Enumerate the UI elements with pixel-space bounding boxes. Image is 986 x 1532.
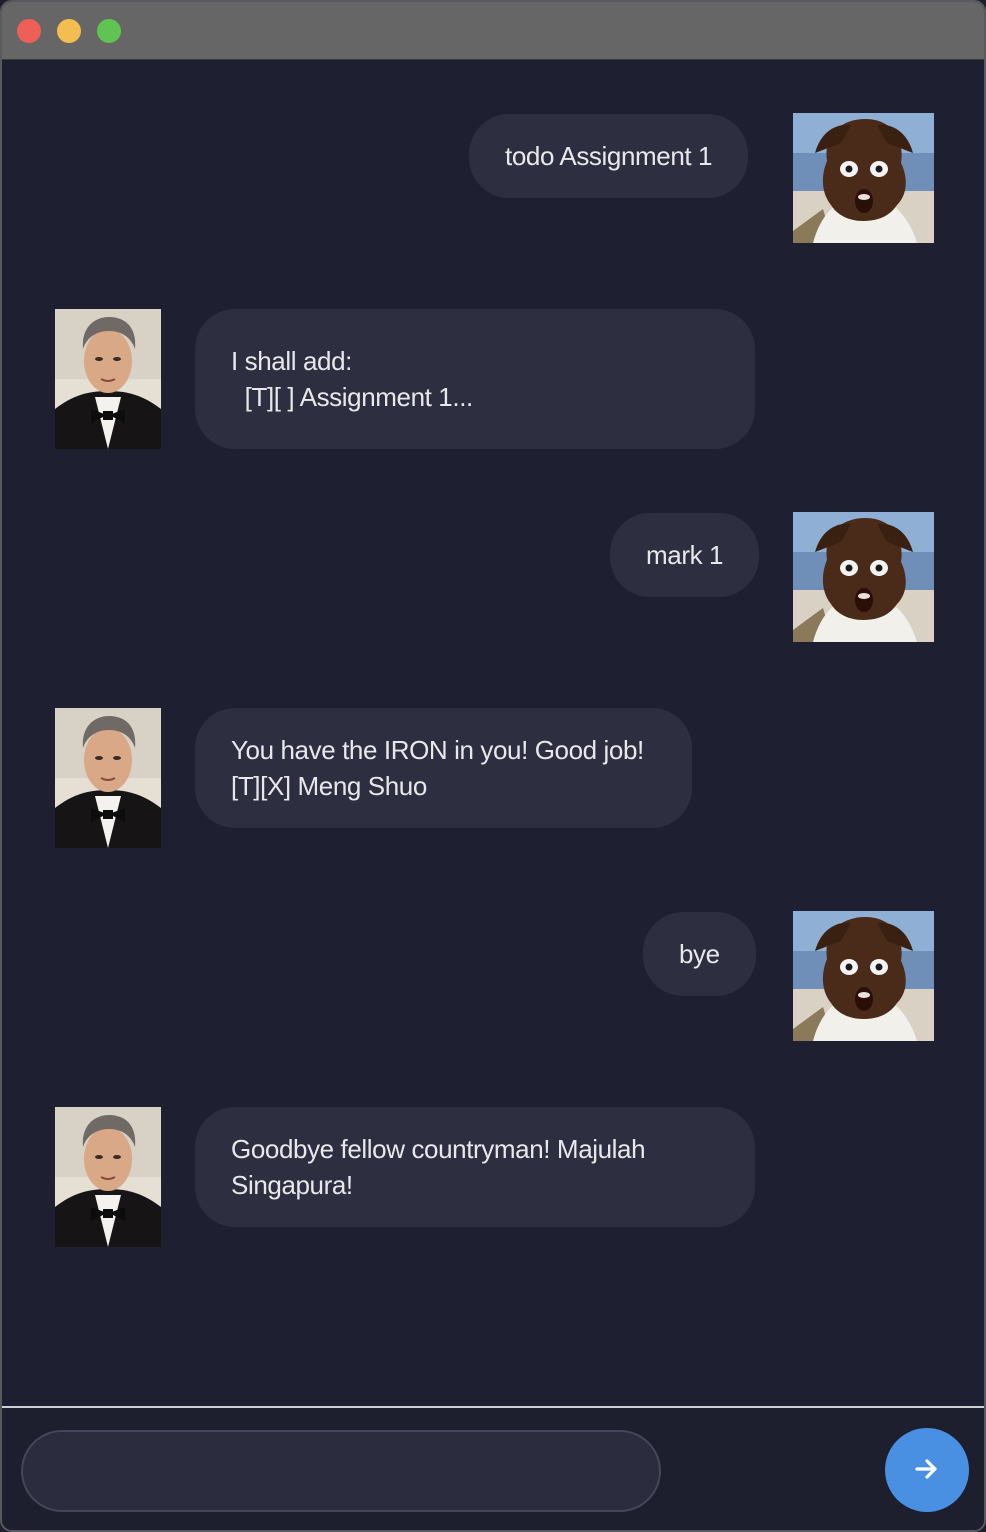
close-window-button[interactable] bbox=[17, 19, 41, 43]
user-message-text: mark 1 bbox=[646, 540, 724, 570]
maximize-window-button[interactable] bbox=[97, 19, 121, 43]
minimize-window-button[interactable] bbox=[57, 19, 81, 43]
user-avatar bbox=[793, 113, 934, 243]
bot-message-bubble: Goodbye fellow countryman! Majulah Singa… bbox=[195, 1107, 755, 1227]
user-avatar bbox=[793, 512, 934, 642]
bot-avatar bbox=[55, 309, 161, 449]
bot-avatar bbox=[55, 1107, 161, 1247]
bot-avatar bbox=[55, 708, 161, 848]
user-message-bubble: todo Assignment 1 bbox=[469, 114, 749, 198]
bot-message-bubble: I shall add: [T][ ] Assignment 1... bbox=[195, 309, 755, 449]
title-bar[interactable] bbox=[2, 2, 984, 60]
app-window: todo Assignment 1 I shall add: [T][] As… bbox=[0, 0, 986, 1532]
user-avatar bbox=[793, 911, 934, 1041]
bot-message-text: I shall add: [T][ ] Assignment 1... bbox=[231, 346, 473, 412]
user-message-text: bye bbox=[679, 939, 720, 969]
input-bar bbox=[2, 1406, 984, 1530]
bot-message-text: You have the IRON in you! Good job! [T][… bbox=[231, 735, 644, 801]
user-message-text: todo Assignment 1 bbox=[505, 141, 713, 171]
bot-message-bubble: You have the IRON in you! Good job! [T][… bbox=[195, 708, 692, 828]
bot-message-text: Goodbye fellow countryman! Majulah Singa… bbox=[231, 1134, 646, 1200]
user-message-bubble: bye bbox=[643, 912, 756, 996]
message-input[interactable] bbox=[21, 1430, 661, 1512]
send-button[interactable] bbox=[885, 1428, 969, 1512]
user-message-bubble: mark 1 bbox=[610, 513, 760, 597]
arrow-right-icon bbox=[913, 1455, 941, 1486]
chat-history[interactable]: todo Assignment 1 I shall add: [T][] As… bbox=[2, 60, 984, 1406]
